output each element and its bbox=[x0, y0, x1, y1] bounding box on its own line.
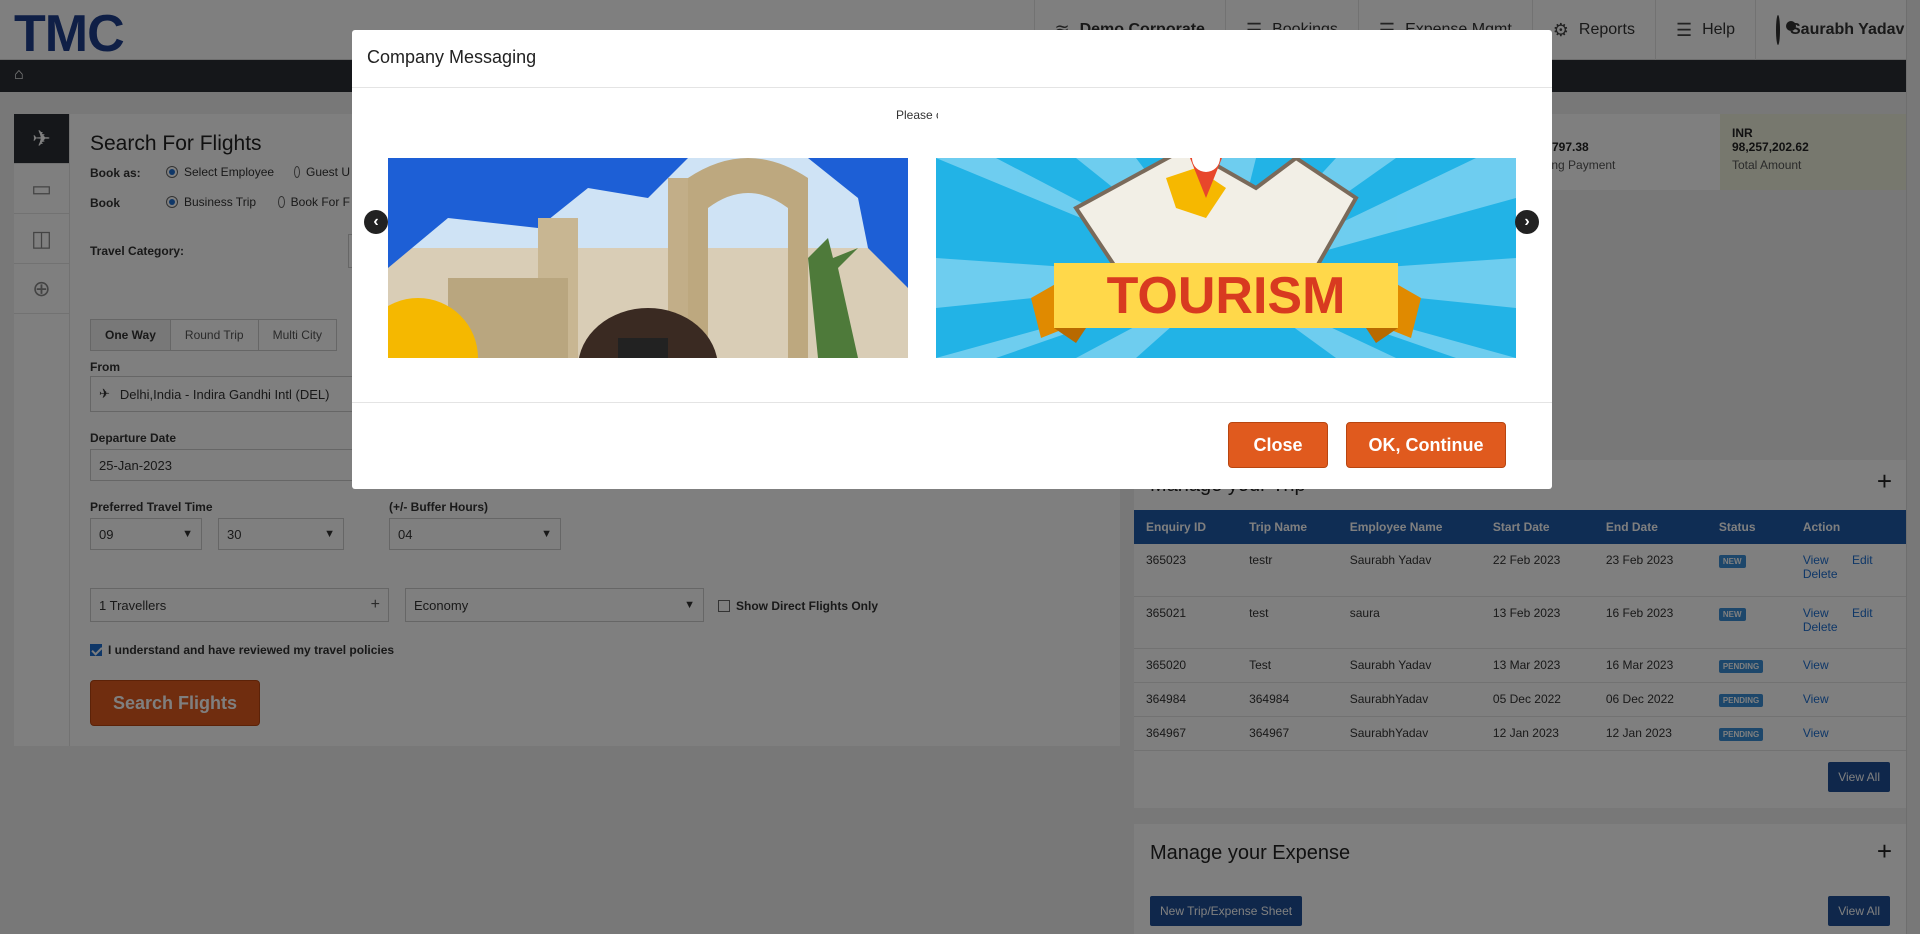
carousel-prev-icon[interactable]: ‹ bbox=[364, 210, 388, 234]
modal-footer: Close OK, Continue bbox=[352, 403, 1552, 489]
carousel-next-icon[interactable]: › bbox=[1515, 210, 1539, 234]
modal-title: Company Messaging bbox=[352, 30, 1552, 88]
tourism-banner: TOURISM bbox=[936, 158, 1516, 358]
travel-photo-banner bbox=[388, 158, 908, 358]
tourism-banner-image: TOURISM bbox=[936, 158, 1516, 358]
ok-continue-button[interactable]: OK, Continue bbox=[1346, 422, 1506, 468]
close-button[interactable]: Close bbox=[1228, 422, 1328, 468]
tourism-text: TOURISM bbox=[1107, 267, 1346, 325]
modal-body: Please c TOURISM ‹ › bbox=[352, 88, 1552, 403]
modal-message: Please c bbox=[896, 108, 938, 122]
travel-photo-image bbox=[388, 158, 908, 358]
company-messaging-modal: Company Messaging Please c TOURISM ‹ › C… bbox=[352, 30, 1552, 489]
